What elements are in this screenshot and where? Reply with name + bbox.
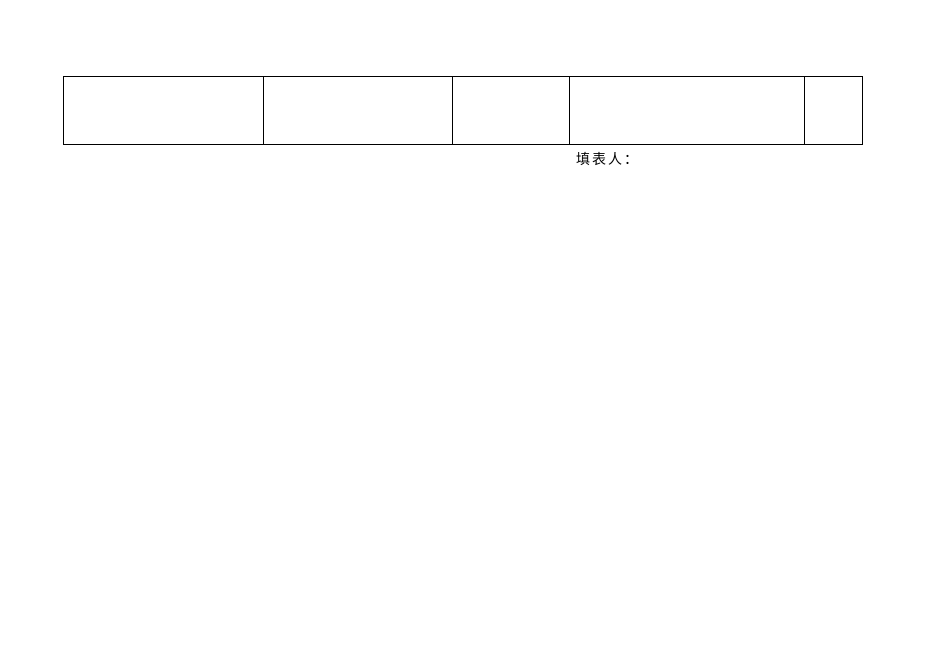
table-cell-4 xyxy=(570,77,805,145)
table-cell-3 xyxy=(453,77,570,145)
table-row xyxy=(64,77,863,145)
form-table-container xyxy=(63,76,863,145)
table-cell-1 xyxy=(64,77,264,145)
filler-label: 填表人： xyxy=(576,149,640,169)
table-cell-5 xyxy=(805,77,863,145)
table-cell-2 xyxy=(263,77,453,145)
form-table xyxy=(63,76,863,145)
